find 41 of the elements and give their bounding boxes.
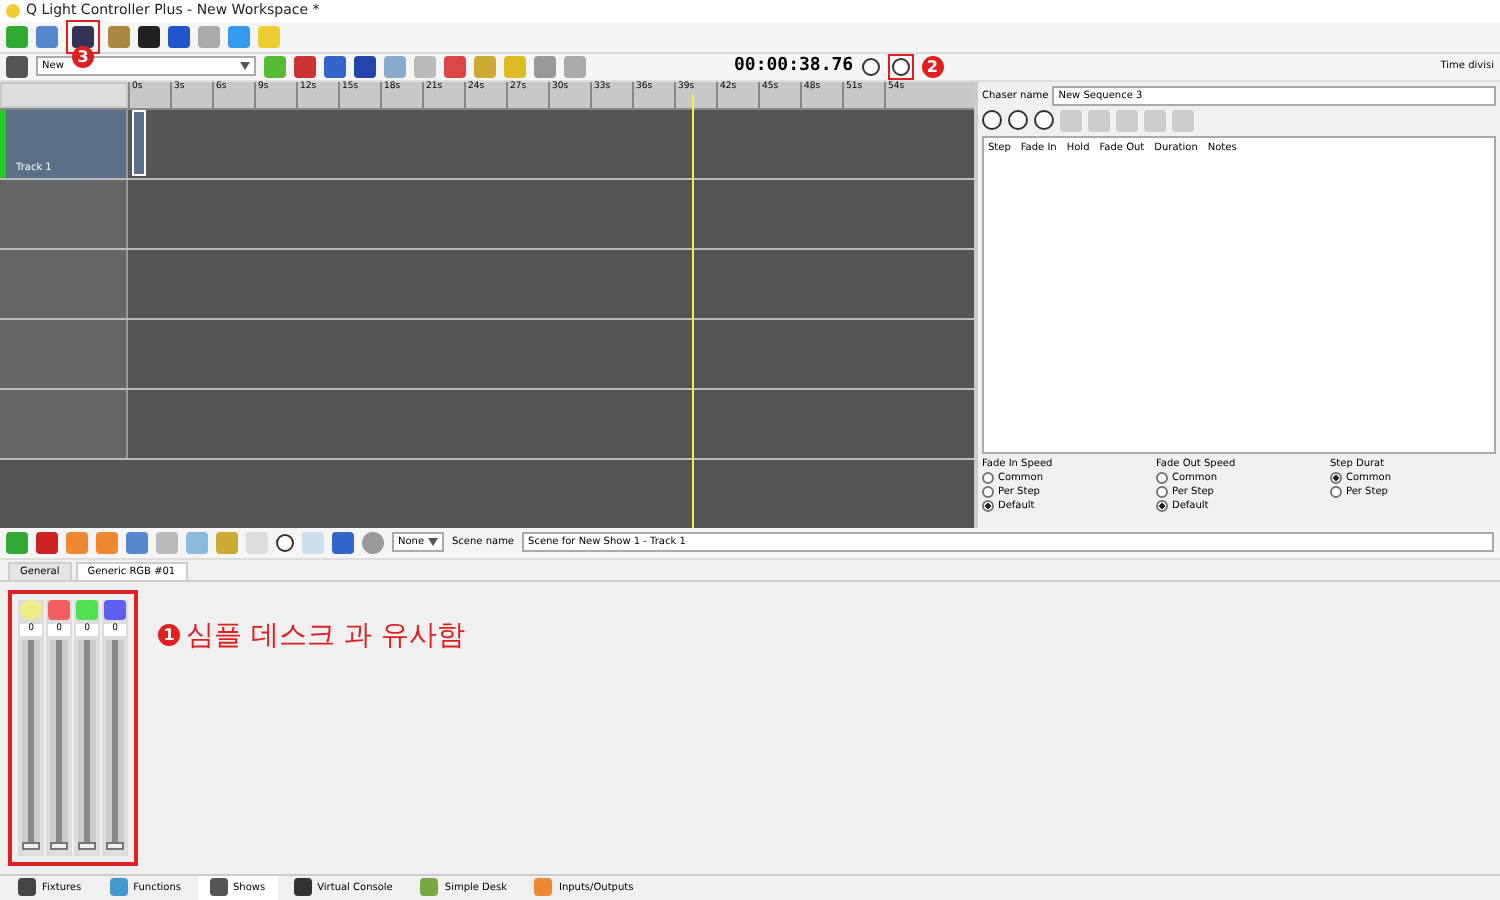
annotation-badge: 1 [158, 624, 180, 647]
bulb-icon [20, 599, 42, 620]
transport-button[interactable] [1008, 109, 1028, 130]
slider-handle[interactable] [22, 841, 40, 850]
caret-icon [428, 538, 438, 547]
radio-button[interactable] [1330, 471, 1342, 484]
clapper-icon [6, 55, 28, 78]
slider-handle[interactable] [50, 841, 68, 850]
track-header[interactable] [0, 319, 128, 388]
app-icon [6, 3, 20, 18]
caret-icon [240, 62, 250, 71]
annotation-text: 심플 데스크 과 유사함 [186, 617, 465, 654]
track-header[interactable] [0, 389, 128, 458]
toolbar-icon[interactable] [138, 25, 160, 48]
annotation-badge: 2 [921, 55, 944, 78]
save-icon[interactable] [72, 25, 94, 48]
slider-handle[interactable] [78, 841, 96, 850]
toolbar-icon[interactable] [354, 55, 376, 78]
transport-button[interactable] [1034, 109, 1054, 130]
track-header[interactable] [0, 179, 128, 248]
tab-icon [209, 878, 227, 897]
radio-button[interactable] [982, 499, 994, 512]
tab-icon [420, 878, 439, 897]
radio-button[interactable] [1156, 471, 1168, 484]
tab-icon [534, 878, 553, 897]
tab-icon [293, 878, 312, 897]
radio-button[interactable] [1156, 485, 1168, 498]
dot-icon [362, 531, 384, 554]
track-header[interactable] [0, 249, 128, 318]
stop-button[interactable] [861, 57, 880, 76]
tab-icon [18, 878, 36, 897]
toolbar-icon[interactable] [168, 25, 190, 48]
radio-button[interactable] [1330, 485, 1342, 498]
slider-handle[interactable] [106, 841, 124, 850]
radio-button[interactable] [982, 471, 994, 484]
radio-button[interactable] [1156, 499, 1168, 512]
transport-button[interactable] [982, 109, 1002, 130]
radio-button[interactable] [982, 485, 994, 498]
time-display: 00:00:38.76 [734, 56, 854, 77]
sequence-item[interactable] [132, 109, 146, 176]
tab-icon [109, 878, 128, 897]
